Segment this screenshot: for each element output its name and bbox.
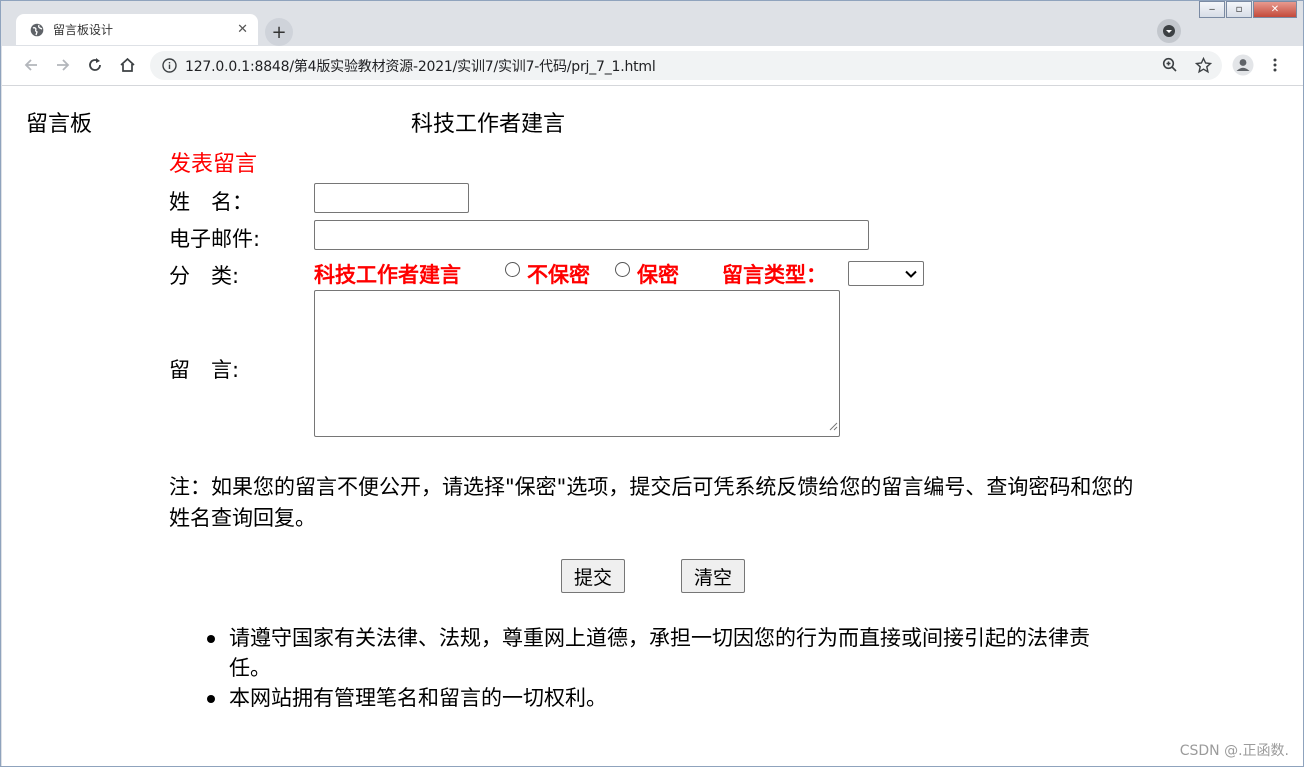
zoom-icon[interactable] xyxy=(1157,52,1183,78)
profile-avatar-icon[interactable] xyxy=(1230,52,1256,78)
tab-title: 留言板设计 xyxy=(53,23,114,37)
page-subtitle: 科技工作者建言 xyxy=(411,112,566,137)
tab-close-icon[interactable]: ✕ xyxy=(237,22,248,37)
forward-arrow-icon[interactable] xyxy=(52,54,74,76)
name-input[interactable] xyxy=(314,183,469,213)
rule-text: 本网站拥有管理笔名和留言的一切权利。 xyxy=(229,686,607,710)
radio-private[interactable] xyxy=(615,262,630,277)
info-icon[interactable] xyxy=(161,58,177,74)
resize-grip-icon[interactable] xyxy=(829,416,838,435)
radio-public-label: 不保密 xyxy=(527,263,590,287)
page-content: 留言板 科技工作者建言 发表留言 姓 名： 电子邮件: 分 类: 科技工作者建言… xyxy=(2,86,1303,766)
message-label: 留 言: xyxy=(169,358,240,382)
clear-button[interactable]: 清空 xyxy=(681,559,745,593)
new-tab-button[interactable]: + xyxy=(265,18,293,46)
browser-tab[interactable]: 留言板设计 ✕ xyxy=(16,14,258,45)
category-label: 分 类: xyxy=(169,264,240,288)
radio-private-label: 保密 xyxy=(637,263,679,287)
message-type-select[interactable] xyxy=(848,261,924,286)
name-label: 姓 名： xyxy=(169,190,253,214)
message-type-label: 留言类型： xyxy=(722,263,827,287)
rule-text: 请遵守国家有关法律、法规，尊重网上道德，承担一切因您的行为而直接或间接引起的法律… xyxy=(229,626,1090,680)
email-input[interactable] xyxy=(314,220,869,250)
bullet-icon xyxy=(207,695,215,703)
back-arrow-icon[interactable] xyxy=(20,54,42,76)
menu-kebab-icon[interactable] xyxy=(1262,52,1288,78)
browser-toolbar: 127.0.0.1:8848/第4版实验教材资源-2021/实训7/实训7-代码… xyxy=(2,46,1303,86)
address-bar[interactable]: 127.0.0.1:8848/第4版实验教材资源-2021/实训7/实训7-代码… xyxy=(150,51,1222,80)
reload-icon[interactable] xyxy=(84,54,106,76)
list-item: 本网站拥有管理笔名和留言的一切权利。 xyxy=(207,683,1129,713)
chevron-down-icon xyxy=(904,266,918,285)
submit-button[interactable]: 提交 xyxy=(561,559,625,593)
home-icon[interactable] xyxy=(116,54,138,76)
message-textarea[interactable] xyxy=(314,290,840,437)
globe-icon xyxy=(29,22,45,38)
tab-strip: 留言板设计 ✕ + xyxy=(1,1,1303,46)
tab-search-icon[interactable] xyxy=(1157,19,1181,43)
category-value: 科技工作者建言 xyxy=(314,263,461,287)
browser-window: ‒ ▫ ✕ 留言板设计 ✕ + 127.0.0.1:8848/第4版实验教材资源… xyxy=(0,0,1304,767)
url-text: 127.0.0.1:8848/第4版实验教材资源-2021/实训7/实训7-代码… xyxy=(185,58,656,75)
list-item: 请遵守国家有关法律、法规，尊重网上道德，承担一切因您的行为而直接或间接引起的法律… xyxy=(207,623,1129,683)
form-heading: 发表留言 xyxy=(169,152,258,177)
bookmark-star-icon[interactable] xyxy=(1190,52,1216,78)
privacy-note: 注：如果您的留言不便公开，请选择"保密"选项，提交后可凭系统反馈给您的留言编号、… xyxy=(169,475,1134,530)
email-label: 电子邮件: xyxy=(169,227,261,251)
rules-list: 请遵守国家有关法律、法规，尊重网上道德，承担一切因您的行为而直接或间接引起的法律… xyxy=(207,623,1129,713)
watermark: CSDN @.正函数. xyxy=(1179,743,1289,759)
page-title: 留言板 xyxy=(26,112,93,137)
bullet-icon xyxy=(207,635,215,643)
radio-public[interactable] xyxy=(505,262,520,277)
